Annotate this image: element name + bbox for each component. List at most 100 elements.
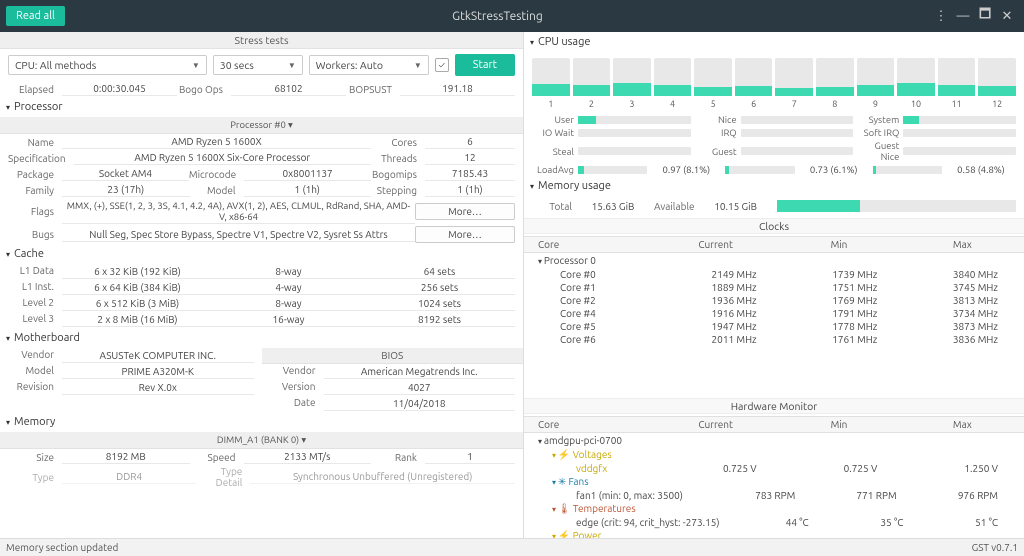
- loadavg-bar: [578, 166, 647, 174]
- close-icon[interactable]: ✕: [996, 9, 1018, 24]
- elapsed-value: 0:00:30.045: [62, 82, 177, 96]
- read-all-button[interactable]: Read all: [6, 6, 65, 26]
- bios-date: 11/04/2018: [324, 397, 516, 411]
- cpu-bogomips: 7185.43: [425, 167, 515, 181]
- cpu-family: 23 (17h): [62, 183, 190, 197]
- cpuusage-expander[interactable]: ▾CPU usage: [524, 32, 1024, 52]
- vddgfx-min: 0.725 V: [775, 463, 896, 474]
- titlebar: Read all GtkStressTesting ⋮ — 🗖 ✕: [0, 0, 1024, 32]
- stress-header: Stress tests: [0, 32, 523, 49]
- edge-max: 51 °C: [921, 517, 1016, 528]
- cpu-cores: 6: [425, 135, 515, 149]
- statusbar: Memory section updated GST v0.7.1: [0, 538, 1024, 556]
- cpu-bugs: Null Seg, Spec Store Bypass, Spectre V1,…: [62, 228, 415, 242]
- menu-icon[interactable]: ⋮: [930, 9, 952, 24]
- cpu-bar: [694, 58, 732, 96]
- fan1-cur: 783 RPM: [712, 490, 813, 501]
- clock-row: Core #11889 MHz1751 MHz3745 MHz: [524, 281, 1024, 294]
- cpu-pkg: Socket AM4: [62, 167, 189, 181]
- mobo-vendor: ASUSTeK COMPUTER INC.: [62, 349, 254, 363]
- processor-expander[interactable]: ▾Processor: [0, 97, 523, 117]
- chevron-down-icon: ▼: [288, 61, 296, 70]
- cpu-name: AMD Ryzen 5 1600X: [62, 135, 371, 149]
- clock-row: Core #02149 MHz1739 MHz3840 MHz: [524, 268, 1024, 281]
- cpu-flags: MMX, (+), SSE(1, 2, 3, 3S, 4.1, 4.2, 4A)…: [62, 199, 415, 224]
- time-combo[interactable]: 30 secs▼: [213, 55, 303, 75]
- cpu-bar: [573, 58, 611, 96]
- maximize-icon[interactable]: 🗖: [974, 5, 996, 27]
- vddgfx-max: 1.250 V: [895, 463, 1016, 474]
- power-node[interactable]: ⚡ Power: [524, 529, 1024, 538]
- mobo-model: PRIME A320M-K: [62, 365, 254, 379]
- method-combo[interactable]: CPU: All methods▼: [8, 55, 207, 75]
- voltages-node[interactable]: ⚡ Voltages: [524, 448, 1024, 462]
- flags-more-button[interactable]: More…: [415, 203, 515, 220]
- bogo-value: 68102: [231, 82, 346, 96]
- cpu-bar: [613, 58, 651, 96]
- bops-value: 191.18: [400, 82, 515, 96]
- fan1-min: 771 RPM: [813, 490, 914, 501]
- fan1-max: 976 RPM: [915, 490, 1016, 501]
- loadavg-bar: [873, 166, 942, 174]
- cpu-bar: [938, 58, 976, 96]
- cpu-step: 1 (1h): [425, 183, 515, 197]
- workers-combo[interactable]: Workers: Auto▼: [309, 55, 429, 75]
- left-pane: Stress tests CPU: All methods▼ 30 secs▼ …: [0, 32, 524, 538]
- memusage-expander[interactable]: ▾Memory usage: [524, 176, 1024, 196]
- vddgfx-label: vddgfx: [532, 463, 654, 474]
- mem-size: 8192 MB: [62, 450, 190, 464]
- cache-val: 2 x 8 MiB (16 MiB): [62, 313, 213, 327]
- mobo-rev: Rev X.0x: [62, 381, 254, 395]
- clock-row: Core #21936 MHz1769 MHz3813 MHz: [524, 294, 1024, 307]
- cpu-bar: [857, 58, 895, 96]
- bios-header: BIOS: [262, 348, 524, 364]
- mem-avail: 10.15 GiB: [701, 201, 771, 212]
- cache-val: 6 x 64 KiB (384 KiB): [62, 281, 213, 295]
- status-msg: Memory section updated: [6, 542, 118, 553]
- bogo-label: Bogo Ops: [177, 84, 231, 95]
- vddgfx-cur: 0.725 V: [654, 463, 775, 474]
- status-version: GST v0.7.1: [972, 542, 1018, 553]
- bops-label: BOPSUST: [346, 84, 400, 95]
- clock-row: Core #62011 MHz1761 MHz3836 MHz: [524, 333, 1024, 346]
- mem-total: 15.63 GiB: [578, 201, 648, 212]
- processor-chip[interactable]: Processor #0 ▾: [0, 117, 523, 134]
- mem-speed: 2133 MT/s: [244, 450, 372, 464]
- bios-ver: 4027: [324, 381, 516, 395]
- elapsed-label: Elapsed: [8, 84, 62, 95]
- mem-bar: [777, 200, 1016, 212]
- cpu-bar: [532, 58, 570, 96]
- hwmon-header: Hardware Monitor: [524, 398, 1024, 414]
- cpu-threads: 12: [425, 151, 515, 165]
- app-title: GtkStressTesting: [65, 10, 930, 23]
- cpu-ucode: 0x8001137: [244, 167, 371, 181]
- bios-vendor: American Megatrends Inc.: [324, 365, 516, 379]
- bugs-more-button[interactable]: More…: [415, 226, 515, 243]
- clocks-proc0[interactable]: Processor 0: [524, 253, 1024, 268]
- chevron-down-icon: ▼: [414, 61, 422, 70]
- fan1-label: fan1 (min: 0, max: 3500): [532, 490, 712, 501]
- cpu-spec: AMD Ryzen 5 1600X Six-Core Processor: [74, 151, 371, 165]
- cpu-bar: [654, 58, 692, 96]
- fans-node[interactable]: ✳ Fans: [524, 475, 1024, 489]
- cache-expander[interactable]: ▾Cache: [0, 244, 523, 264]
- memory-expander[interactable]: ▾Memory: [0, 412, 523, 432]
- temps-node[interactable]: 🌡 Temperatures: [524, 502, 1024, 516]
- edge-label: edge (crit: 94, crit_hyst: -273.15): [532, 517, 732, 528]
- motherboard-expander[interactable]: ▾Motherboard: [0, 328, 523, 348]
- hwmon-chip[interactable]: amdgpu-pci-0700: [524, 433, 1024, 448]
- cpu-bar: [816, 58, 854, 96]
- keep-checkbox[interactable]: ✓: [435, 58, 449, 72]
- right-pane: ▾CPU usage 123456789101112 UserNiceSyste…: [524, 32, 1024, 538]
- edge-cur: 44 °C: [732, 517, 827, 528]
- clock-row: Core #51947 MHz1778 MHz3873 MHz: [524, 320, 1024, 333]
- start-button[interactable]: Start: [455, 54, 515, 76]
- mem-rank: 1: [425, 450, 515, 464]
- minimize-icon[interactable]: —: [952, 9, 974, 23]
- clock-row: Core #41916 MHz1791 MHz3734 MHz: [524, 307, 1024, 320]
- loadavg-1: 0.97 (8.1%): [651, 164, 721, 175]
- loadavg-3: 0.58 (4.8%): [946, 164, 1016, 175]
- loadavg-2: 0.73 (6.1%): [799, 164, 869, 175]
- memory-bank-combo[interactable]: DIMM_A1 (BANK 0) ▾: [0, 432, 523, 449]
- cpu-bar: [735, 58, 773, 96]
